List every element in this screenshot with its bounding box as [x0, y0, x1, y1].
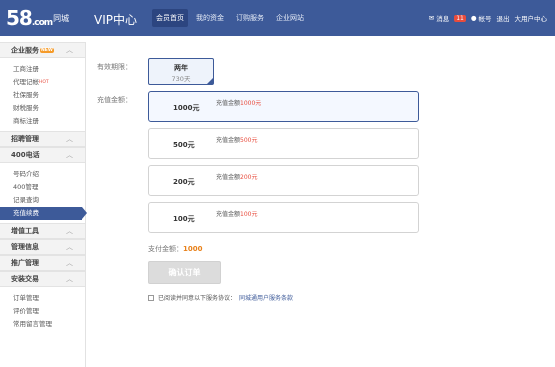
- account-link[interactable]: 帐号: [479, 13, 492, 23]
- sidebar-section-400[interactable]: 400电话 ︿: [0, 147, 85, 163]
- sidebar-item-record-query[interactable]: 记录查询: [13, 194, 85, 207]
- sidebar: 企业服务 NEW ︿ 工商注册 代理记帐HOT 社保服务 财税服务 商标注册 招聘…: [0, 42, 87, 367]
- chevron-up-icon: ︿: [66, 227, 73, 235]
- sidebar-item-reviews[interactable]: 评价管理: [13, 305, 85, 318]
- sidebar-section-info[interactable]: 管理信息 ︿: [0, 239, 85, 255]
- new-badge: NEW: [40, 48, 54, 53]
- sidebar-item-trademark[interactable]: 商标注册: [13, 115, 85, 128]
- amount-label: 充值金额：: [97, 96, 132, 104]
- top-header: 58.com 同城 VIP中心 会员首页 我的资金 订购服务 企业网站 ✉ 消息…: [0, 0, 555, 36]
- chevron-up-icon: ︿: [66, 243, 73, 251]
- amount-desc: 充值金额1000元: [216, 100, 262, 107]
- pay-label: 支付金额：: [148, 245, 183, 253]
- pay-amount-line: 支付金额：1000: [148, 244, 202, 254]
- chevron-up-icon: ︿: [66, 151, 73, 159]
- period-days: 730天: [171, 75, 191, 83]
- amount-option-100[interactable]: 100元 充值金额100元: [148, 202, 419, 233]
- sidebar-sublist-enterprise: 工商注册 代理记帐HOT 社保服务 财税服务 商标注册: [0, 58, 85, 131]
- sidebar-item-recharge[interactable]: 充值续费: [0, 207, 87, 220]
- period-value: 两年: [174, 64, 188, 72]
- sidebar-item-social-security[interactable]: 社保服务: [13, 89, 85, 102]
- agree-text: 已阅读并同意以下服务协议：: [158, 295, 237, 302]
- service-terms-link[interactable]: 同城通用户服务条款: [239, 293, 293, 302]
- sidebar-item-bookkeeping[interactable]: 代理记帐HOT: [13, 76, 85, 89]
- amount-value: 200元: [173, 178, 195, 186]
- user-icon: ●: [470, 14, 477, 22]
- chevron-up-icon: ︿: [66, 275, 73, 283]
- sidebar-item-tax[interactable]: 财税服务: [13, 102, 85, 115]
- selected-corner-icon: [207, 78, 213, 84]
- agreement-row: 已阅读并同意以下服务协议： 同城通用户服务条款: [148, 293, 293, 302]
- user-center-link[interactable]: 大用户中心: [515, 13, 548, 23]
- amount-desc: 充值金额100元: [216, 211, 258, 218]
- messages-count-badge: 11: [454, 14, 466, 22]
- nav-order-service[interactable]: 订购服务: [232, 9, 268, 27]
- amount-value: 500元: [173, 141, 195, 149]
- sidebar-section-tools[interactable]: 增值工具 ︿: [0, 223, 85, 239]
- message-icon[interactable]: ✉: [429, 14, 434, 22]
- user-bar: ✉ 消息 11 ● 帐号 退出 大用户中心: [424, 13, 547, 23]
- nav-my-funds[interactable]: 我的资金: [192, 9, 228, 27]
- sidebar-sublist-install: 订单管理 评价管理 常用留言管理: [0, 287, 85, 334]
- sidebar-section-promo[interactable]: 推广管理 ︿: [0, 255, 85, 271]
- hot-badge: HOT: [39, 80, 49, 85]
- agree-checkbox[interactable]: [148, 294, 154, 301]
- chevron-up-icon: ︿: [66, 46, 73, 54]
- period-option-two-years[interactable]: 两年 730天: [148, 58, 214, 85]
- pay-value: 1000: [183, 245, 203, 253]
- amount-desc: 充值金额200元: [216, 174, 258, 181]
- sidebar-section-recruit[interactable]: 招聘管理 ︿: [0, 131, 85, 147]
- amount-option-1000[interactable]: 1000元 充值金额1000元: [148, 91, 419, 122]
- sidebar-sublist-400: 号码介绍 400管理 记录查询 充值续费: [0, 163, 87, 223]
- vip-center-title: VIP中心: [94, 13, 137, 27]
- logo-city: 同城: [53, 13, 70, 23]
- messages-link[interactable]: 消息: [436, 13, 449, 23]
- site-logo[interactable]: 58.com 同城: [6, 6, 69, 30]
- confirm-order-button[interactable]: 确认订单: [148, 261, 221, 284]
- sidebar-item-business-register[interactable]: 工商注册: [13, 63, 85, 76]
- logo-mark: 58.com: [6, 6, 53, 30]
- amount-value: 100元: [173, 215, 195, 223]
- amount-option-500[interactable]: 500元 充值金额500元: [148, 128, 419, 159]
- chevron-up-icon: ︿: [66, 135, 73, 143]
- main-nav: 会员首页 我的资金 订购服务 企业网站: [152, 9, 312, 27]
- sidebar-item-400-manage[interactable]: 400管理: [13, 181, 85, 194]
- period-label: 有效期限：: [97, 63, 132, 71]
- amount-option-200[interactable]: 200元 充值金额200元: [148, 165, 419, 196]
- sidebar-item-orders[interactable]: 订单管理: [13, 292, 85, 305]
- sidebar-item-number-intro[interactable]: 号码介绍: [13, 168, 85, 181]
- nav-member-home[interactable]: 会员首页: [152, 9, 188, 27]
- sidebar-section-enterprise[interactable]: 企业服务 NEW ︿: [0, 42, 85, 58]
- sidebar-section-install[interactable]: 安装交易 ︿: [0, 271, 85, 287]
- nav-company-site[interactable]: 企业网站: [272, 9, 308, 27]
- chevron-up-icon: ︿: [66, 259, 73, 267]
- sidebar-item-messages[interactable]: 常用留言管理: [13, 318, 85, 331]
- amount-value: 1000元: [173, 104, 200, 112]
- logout-link[interactable]: 退出: [497, 13, 510, 23]
- amount-desc: 充值金额500元: [216, 137, 258, 144]
